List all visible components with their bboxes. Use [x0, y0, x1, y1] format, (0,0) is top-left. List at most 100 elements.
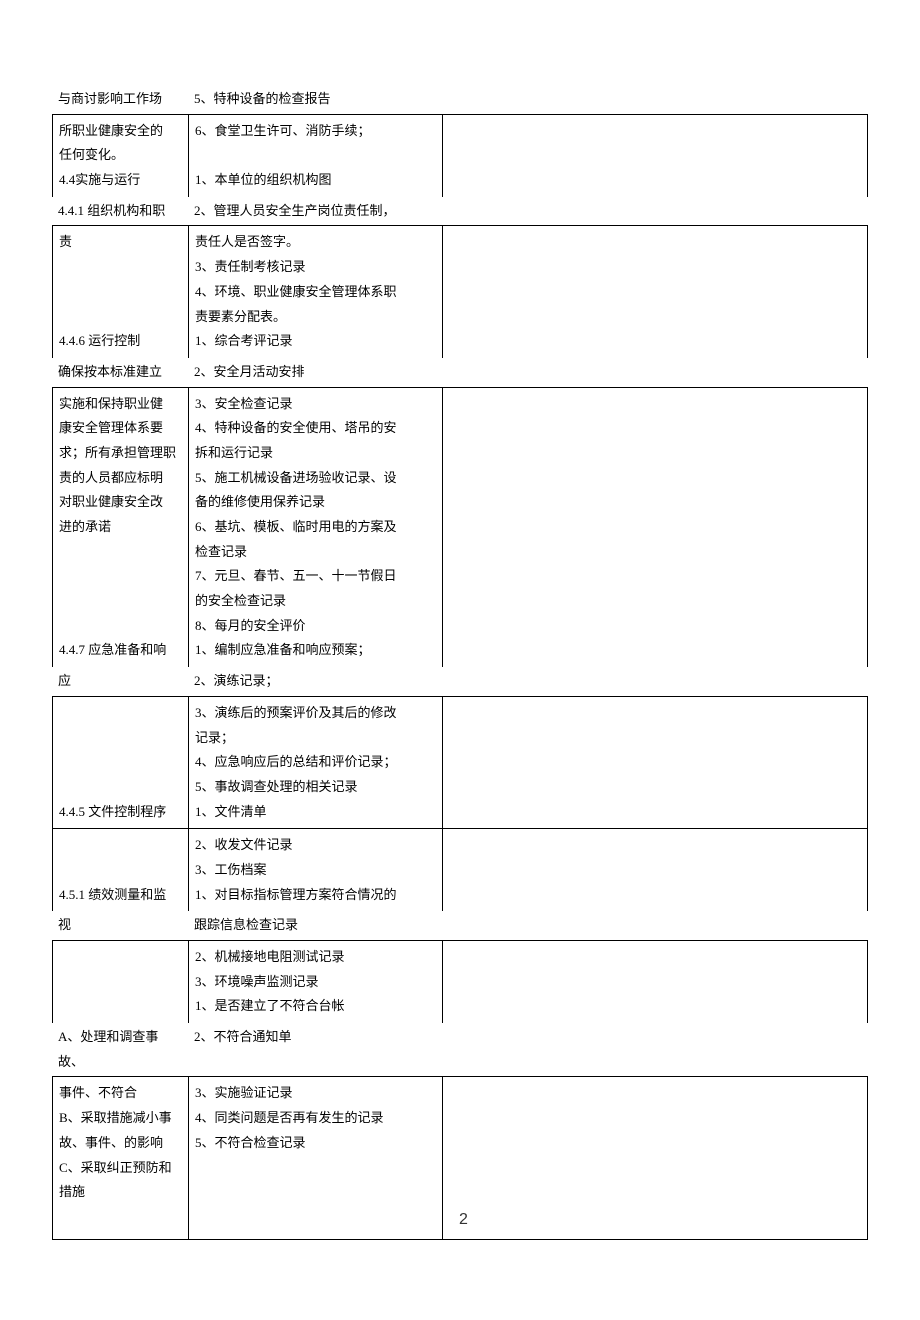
text-line — [449, 168, 861, 193]
cell-mid: 2、不符合通知单 — [188, 1025, 442, 1050]
text-line: 记录； — [195, 726, 436, 751]
text-line: 5、事故调查处理的相关记录 — [195, 775, 436, 800]
text-line: 1、编制应急准备和响应预案； — [195, 638, 436, 663]
text-line: 故、事件、的影响 — [59, 1131, 182, 1156]
boxed-row: 2、机械接地电阻测试记录3、环境噪声监测记录1、是否建立了不符合台帐 — [52, 940, 868, 1023]
text-line — [449, 280, 861, 305]
text-line: 求；所有承担管理职 — [59, 441, 182, 466]
text-line: 4、环境、职业健康安全管理体系职 — [195, 280, 436, 305]
text-line — [195, 1205, 436, 1230]
text-line: 实施和保持职业健 — [59, 392, 182, 417]
cell-left: 4.4.1 组织机构和职 — [52, 199, 188, 224]
text-line: B、采取措施减小事 — [59, 1106, 182, 1131]
page-number: 2 — [449, 1205, 861, 1235]
text-line — [449, 416, 861, 441]
text-line: 3、安全检查记录 — [195, 392, 436, 417]
text-line — [59, 564, 182, 589]
cell-mid: 2、演练记录； — [188, 669, 442, 694]
text-line — [449, 883, 861, 908]
text-line — [449, 1081, 861, 1106]
cell-right — [443, 226, 867, 357]
cell-left: 所职业健康安全的任何变化。4.4实施与运行 — [53, 115, 189, 197]
text-line — [449, 255, 861, 280]
cell-left: 应 — [52, 669, 188, 694]
header-left: 与商讨影响工作场 — [52, 87, 188, 112]
text-line: 责 — [59, 230, 182, 255]
cell-right — [443, 115, 867, 197]
text-line — [59, 1205, 182, 1230]
cell-left: 实施和保持职业健康安全管理体系要求；所有承担管理职责的人员都应标明对职业健康安全… — [53, 388, 189, 668]
text-line — [59, 280, 182, 305]
text-line — [449, 726, 861, 751]
text-line: 所职业健康安全的 — [59, 119, 182, 144]
document-page: 与商讨影响工作场 5、特种设备的检查报告 所职业健康安全的任何变化。4.4实施与… — [0, 0, 920, 1320]
cell-mid: 2、机械接地电阻测试记录3、环境噪声监测记录1、是否建立了不符合台帐 — [189, 941, 443, 1023]
text-line — [449, 119, 861, 144]
boxed-row: 实施和保持职业健康安全管理体系要求；所有承担管理职责的人员都应标明对职业健康安全… — [52, 387, 868, 668]
text-line: 措施 — [59, 1180, 182, 1205]
cell-mid: 3、安全检查记录4、特种设备的安全使用、塔吊的安拆和运行记录5、施工机械设备进场… — [189, 388, 443, 668]
text-line — [449, 775, 861, 800]
text-line — [449, 970, 861, 995]
text-line: 2、机械接地电阻测试记录 — [195, 945, 436, 970]
text-line — [449, 305, 861, 330]
text-line: 责的人员都应标明 — [59, 466, 182, 491]
text-line — [449, 392, 861, 417]
cell-right — [443, 829, 867, 911]
text-line — [59, 994, 182, 1019]
text-line — [449, 614, 861, 639]
text-line: 3、实施验证记录 — [195, 1081, 436, 1106]
text-line — [449, 143, 861, 168]
text-line: 3、演练后的预案评价及其后的修改 — [195, 701, 436, 726]
text-line: 6、基坑、模板、临时用电的方案及 — [195, 515, 436, 540]
text-line: C、采取纠正预防和 — [59, 1156, 182, 1181]
text-line — [59, 540, 182, 565]
text-line — [449, 945, 861, 970]
text-line — [449, 540, 861, 565]
text-line — [195, 1180, 436, 1205]
text-line: 进的承诺 — [59, 515, 182, 540]
text-line — [59, 726, 182, 751]
text-line: 4.4.5 文件控制程序 — [59, 800, 182, 825]
text-line: 备的维修使用保养记录 — [195, 490, 436, 515]
text-line: 责要素分配表。 — [195, 305, 436, 330]
text-line: 4.4实施与运行 — [59, 168, 182, 193]
text-line — [449, 515, 861, 540]
text-line: 对职业健康安全改 — [59, 490, 182, 515]
text-line — [59, 970, 182, 995]
text-line: 1、本单位的组织机构图 — [195, 168, 436, 193]
cell-left: 视 — [52, 913, 188, 938]
boxed-row: 责 4.4.6 运行控制责任人是否签字。3、责任制考核记录4、环境、职业健康安全… — [52, 225, 868, 357]
text-line — [449, 701, 861, 726]
text-line — [449, 1106, 861, 1131]
text-line — [59, 775, 182, 800]
text-line: 5、不符合检查记录 — [195, 1131, 436, 1156]
text-line — [449, 490, 861, 515]
boxed-row: 4.5.1 绩效测量和监2、收发文件记录3、工伤档案1、对目标指标管理方案符合情… — [52, 828, 868, 911]
boxed-row: 所职业健康安全的任何变化。4.4实施与运行6、食堂卫生许可、消防手续； 1、本单… — [52, 114, 868, 197]
cell-mid: 3、实施验证记录4、同类问题是否再有发生的记录5、不符合检查记录 — [189, 1077, 443, 1239]
text-line: 7、元旦、春节、五一、十一节假日 — [195, 564, 436, 589]
text-line: 4、应急响应后的总结和评价记录； — [195, 750, 436, 775]
text-line: 1、对目标指标管理方案符合情况的 — [195, 883, 436, 908]
text-line — [195, 143, 436, 168]
boxed-row: 4.4.5 文件控制程序 3、演练后的预案评价及其后的修改记录；4、应急响应后的总… — [52, 696, 868, 828]
text-line: 3、工伤档案 — [195, 858, 436, 883]
text-line — [59, 945, 182, 970]
text-line: 检查记录 — [195, 540, 436, 565]
text-line — [449, 564, 861, 589]
text-line: 康安全管理体系要 — [59, 416, 182, 441]
text-line — [59, 589, 182, 614]
text-line: 1、文件清单 — [195, 800, 436, 825]
text-line — [59, 614, 182, 639]
cell-left: 确保按本标准建立 — [52, 360, 188, 385]
text-line: 3、责任制考核记录 — [195, 255, 436, 280]
text-line — [449, 638, 861, 663]
cell-mid: 2、安全月活动安排 — [188, 360, 442, 385]
text-line: 4、特种设备的安全使用、塔吊的安 — [195, 416, 436, 441]
text-line: 4.4.7 应急准备和响 — [59, 638, 182, 663]
cell-left: A、处理和调查事故、 — [52, 1025, 188, 1074]
text-line: 4.5.1 绩效测量和监 — [59, 883, 182, 908]
text-line — [449, 466, 861, 491]
text-line — [59, 701, 182, 726]
